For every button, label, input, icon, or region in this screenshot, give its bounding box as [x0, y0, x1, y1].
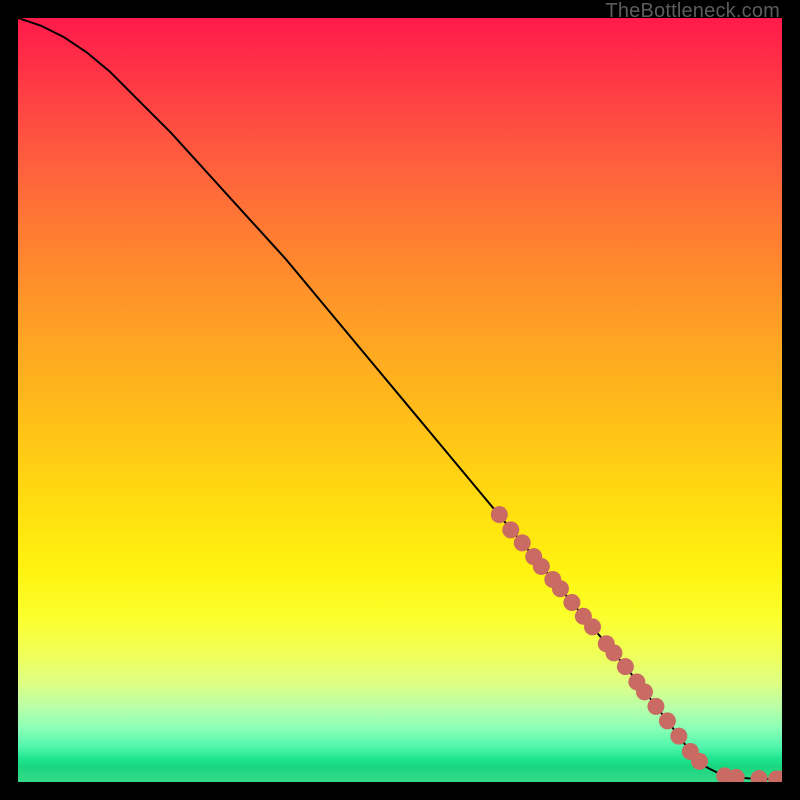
plot-area: [18, 18, 782, 782]
chart-frame: TheBottleneck.com: [0, 0, 800, 800]
watermark-text: TheBottleneck.com: [605, 0, 780, 23]
